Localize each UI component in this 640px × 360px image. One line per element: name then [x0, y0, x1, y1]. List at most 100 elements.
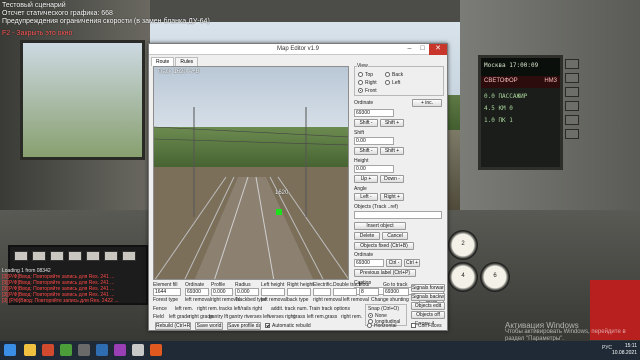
- app-icon[interactable]: [60, 344, 72, 356]
- delete-button[interactable]: Delete: [354, 232, 380, 240]
- editor-side-panel: View Top Back Right Left Front Ordinate …: [352, 63, 446, 280]
- panel-button[interactable]: [68, 251, 82, 261]
- height-input[interactable]: 0.00: [354, 165, 394, 173]
- object-select[interactable]: [354, 211, 442, 219]
- ordinate-field[interactable]: 69300: [185, 288, 209, 296]
- radius-field[interactable]: 0.000: [235, 288, 259, 296]
- snap-horizontal-radio[interactable]: [367, 323, 372, 328]
- display-button[interactable]: [565, 59, 579, 69]
- up-button[interactable]: Up +: [354, 175, 378, 183]
- snap-none-radio[interactable]: [368, 313, 373, 318]
- objects-fixed-button[interactable]: Objects fixed (Ctrl+B): [354, 242, 414, 250]
- objects-off-button[interactable]: Objects off: [411, 311, 445, 319]
- app-icon[interactable]: [78, 344, 90, 356]
- save-world-button[interactable]: Save world: [195, 322, 223, 330]
- explorer-icon[interactable]: [24, 344, 36, 356]
- previous-label-button[interactable]: Previous label (Ctrl+P): [354, 269, 416, 277]
- viewport-ordinate-label: 1620: [275, 190, 289, 196]
- angle-left-button[interactable]: Left -: [354, 193, 378, 201]
- left-height-field[interactable]: [261, 288, 285, 296]
- panel-button[interactable]: [122, 251, 136, 261]
- view-top-radio[interactable]: [358, 72, 363, 77]
- element-fill-input[interactable]: 1644: [153, 288, 181, 296]
- display-button[interactable]: [565, 73, 579, 83]
- panel-button[interactable]: [86, 251, 100, 261]
- ordinate-inc-button[interactable]: + inc.: [412, 99, 442, 107]
- view-right-radio[interactable]: [358, 80, 363, 85]
- maximize-icon[interactable]: □: [416, 44, 429, 55]
- app-icon[interactable]: [114, 344, 126, 356]
- profile-field[interactable]: 0.000: [211, 288, 233, 296]
- shift-minus-button[interactable]: Shift -: [354, 147, 378, 155]
- pressure-gauge: 4: [448, 262, 478, 292]
- electric-field[interactable]: [313, 288, 331, 296]
- signals-backward-button[interactable]: Signals backward: [411, 293, 445, 301]
- ordinate2-input[interactable]: 69300: [354, 259, 384, 267]
- hud-line: Отсчет статического графика: 668: [2, 10, 113, 17]
- display-body: 0.0 ПАССАЖИР 4.5 КМ 0 1.0 ПК 1: [481, 88, 560, 130]
- angle-right-button[interactable]: Right +: [380, 193, 404, 201]
- down-button[interactable]: Down -: [380, 175, 404, 183]
- ctrl-plus-button[interactable]: Ctrl +: [404, 259, 420, 267]
- panel-button[interactable]: [104, 251, 118, 261]
- view-left-radio[interactable]: [385, 80, 390, 85]
- editor-tabs: Route Rules: [149, 57, 447, 66]
- hour-field[interactable]: 8: [359, 288, 379, 296]
- ordinate-shift-plus-button[interactable]: Shift +: [380, 119, 404, 127]
- view-group: View Top Back Right Left Front: [354, 63, 444, 96]
- start-icon[interactable]: [4, 344, 16, 356]
- panel-button[interactable]: [50, 251, 64, 261]
- display-row: 1.0 ПК 1: [484, 117, 513, 124]
- rebuild-button[interactable]: Rebuild (Ctrl+R): [155, 322, 191, 330]
- shift-input[interactable]: 0.00: [354, 137, 394, 145]
- view-back-radio[interactable]: [385, 72, 390, 77]
- display-row: 0.0 ПАССАЖИР: [484, 93, 528, 100]
- tab-route[interactable]: Route: [151, 57, 175, 66]
- panel-button[interactable]: [32, 251, 46, 261]
- app-icon[interactable]: [132, 344, 144, 356]
- view-front-radio[interactable]: [358, 88, 363, 93]
- minimize-icon[interactable]: –: [403, 44, 416, 55]
- display-button[interactable]: [565, 129, 579, 139]
- map-editor-window: Map Editor v1.9 – □ ✕ Route Rules Track …: [148, 43, 448, 331]
- window-controls: – □ ✕: [403, 44, 447, 55]
- track-parameters: Element fill Ordinate Profile Radius Lef…: [153, 282, 445, 330]
- ctrl-minus-button[interactable]: Ctrl -: [386, 259, 402, 267]
- display-clock: Москва 17:00:09: [481, 58, 560, 76]
- close-icon[interactable]: ✕: [429, 44, 447, 55]
- ordinate-shift-minus-button[interactable]: Shift -: [354, 119, 378, 127]
- tab-rules[interactable]: Rules: [175, 57, 199, 66]
- cab-side-window: [20, 40, 145, 160]
- object-marker[interactable]: [276, 209, 282, 215]
- objects-edit-button[interactable]: Objects edit: [411, 302, 445, 310]
- app-icon[interactable]: [42, 344, 54, 356]
- app-icon[interactable]: [96, 344, 108, 356]
- window-title-bar[interactable]: Map Editor v1.9 – □ ✕: [149, 44, 447, 55]
- go-to-track-input[interactable]: 69300: [383, 288, 409, 296]
- app-icon[interactable]: [150, 344, 162, 356]
- display-button[interactable]: [565, 115, 579, 125]
- panel-button[interactable]: [14, 251, 28, 261]
- save-profile-button[interactable]: Save profile dat: [227, 322, 261, 330]
- shift-plus-button[interactable]: Shift +: [380, 147, 404, 155]
- insert-object-button[interactable]: Insert object: [354, 222, 406, 230]
- signals-forward-button[interactable]: Signals forward: [411, 284, 445, 292]
- double-track-field[interactable]: [333, 288, 357, 296]
- clock[interactable]: 15:11 10.08.2021: [612, 343, 637, 357]
- cancel-button[interactable]: Cancel: [382, 232, 408, 240]
- window-title: Map Editor v1.9: [276, 46, 320, 52]
- track-viewport[interactable]: Track 1620 A+B 1620: [153, 66, 349, 280]
- coll-faces-checkbox[interactable]: [411, 323, 416, 328]
- automatic-rebuild-checkbox[interactable]: [265, 323, 270, 328]
- taskbar: РУС 15:11 10.08.2021: [0, 341, 640, 360]
- log-line: [3] [Р/Ф]Ввод: Повторяйте запись для Res…: [2, 298, 119, 304]
- display-button[interactable]: [565, 101, 579, 111]
- language-indicator[interactable]: РУС: [602, 345, 612, 351]
- display-button[interactable]: [565, 87, 579, 97]
- display-side-buttons: [565, 55, 585, 175]
- hud-line: Предупреждения ограничения скорости (в з…: [2, 18, 210, 25]
- ordinate-input[interactable]: 69300: [354, 109, 394, 117]
- right-height-field[interactable]: [287, 288, 311, 296]
- train-control-display: Москва 17:00:09 СВЕТОФОР НМ3 0.0 ПАССАЖИ…: [478, 55, 563, 170]
- display-row: 4.5 КМ 0: [484, 105, 513, 112]
